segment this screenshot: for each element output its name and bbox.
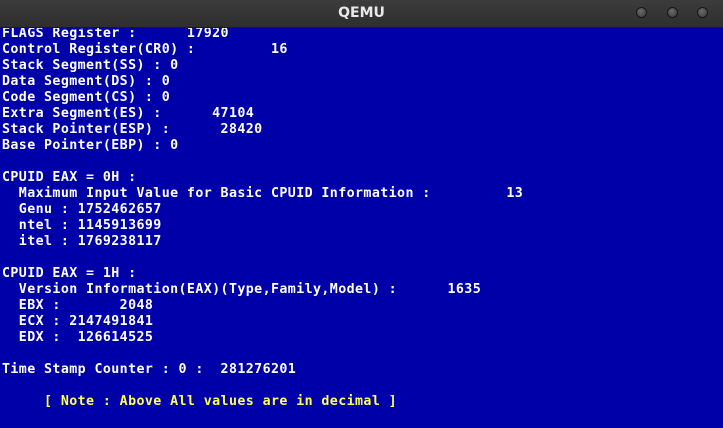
window-title: QEMU (338, 5, 385, 21)
console-line: Extra Segment(ES) : 47104 (2, 106, 255, 121)
console-line: CPUID EAX = 1H : (2, 266, 137, 281)
console-line: Genu : 1752462657 (2, 202, 162, 217)
console-line: EBX : 2048 (2, 298, 154, 313)
console-line: Data Segment(DS) : 0 (2, 74, 171, 89)
console-line: ECX : 2147491841 (2, 314, 154, 329)
console-line: EDX : 126614525 (2, 330, 154, 345)
minimize-button[interactable] (636, 7, 647, 18)
console-line: CPUID EAX = 0H : (2, 170, 137, 185)
console-line: itel : 1769238117 (2, 234, 162, 249)
qemu-window: QEMU FLAGS Register : 17920 Control Regi… (0, 0, 723, 428)
console-line: ntel : 1145913699 (2, 218, 162, 233)
console-line: Stack Pointer(ESP) : 28420 (2, 122, 263, 137)
close-button[interactable] (697, 7, 708, 18)
console-line: Version Information(EAX)(Type,Family,Mod… (2, 282, 482, 297)
maximize-button[interactable] (667, 7, 678, 18)
title-bar[interactable]: QEMU (0, 0, 723, 28)
console-line: Code Segment(CS) : 0 (2, 90, 171, 105)
console-screen[interactable]: FLAGS Register : 17920 Control Register(… (0, 28, 723, 428)
console-line: Control Register(CR0) : 16 (2, 42, 288, 57)
decimal-note: [ Note : Above All values are in decimal… (2, 394, 398, 409)
console-line: Base Pointer(EBP) : 0 (2, 138, 179, 153)
console-line: Maximum Input Value for Basic CPUID Info… (2, 186, 524, 201)
console-line: Time Stamp Counter : 0 : 281276201 (2, 362, 297, 377)
console-line: FLAGS Register : 17920 (2, 28, 229, 41)
console-line: Stack Segment(SS) : 0 (2, 58, 179, 73)
